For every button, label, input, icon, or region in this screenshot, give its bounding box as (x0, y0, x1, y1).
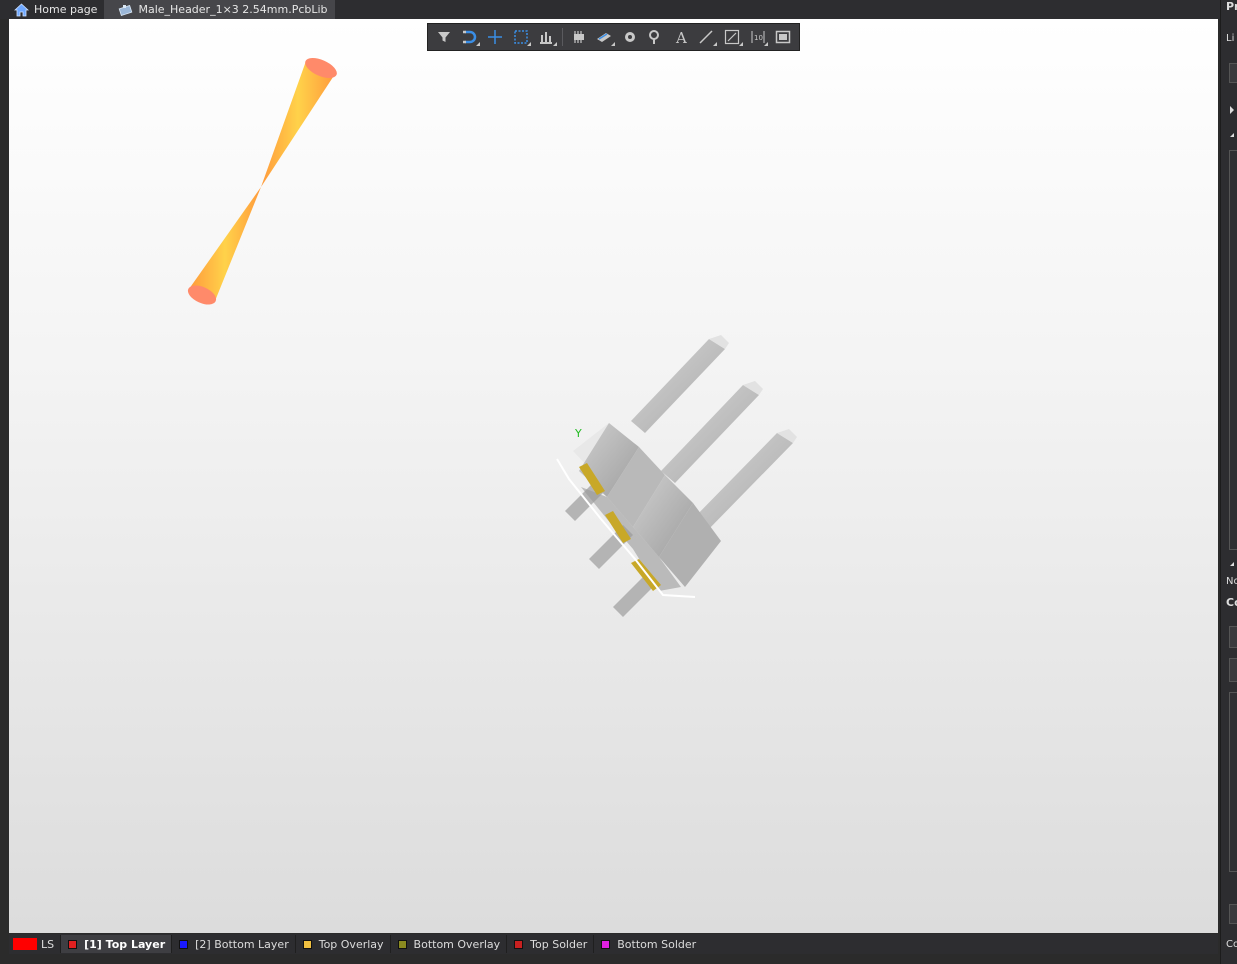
region-icon (775, 30, 791, 44)
view-cone (187, 57, 337, 305)
dimension-button[interactable] (720, 26, 744, 48)
pad-icon (624, 32, 635, 42)
layer-tabs-bar: LS [1] Top Layer [2] Bottom Layer Top Ov… (9, 934, 1218, 954)
layer-color-swatch (179, 939, 189, 949)
filter-icon (437, 32, 450, 42)
via-icon (649, 30, 660, 44)
snap-button[interactable] (458, 26, 482, 48)
components-panel-title: Co (1226, 596, 1237, 609)
text-icon: A (675, 29, 687, 45)
layer-tab-bottom-solder[interactable]: Bottom Solder (593, 935, 702, 953)
snap-magnet-icon (463, 30, 477, 44)
pcblib-icon (118, 3, 133, 17)
tab-pcblib-document[interactable]: Male_Header_1×3 2.54mm.PcbLib (104, 0, 335, 19)
via-button[interactable] (644, 26, 668, 48)
tab-home-page[interactable]: Home page (0, 0, 104, 19)
panel-footer-field[interactable] (1229, 904, 1237, 924)
document-tab-strip: Home page Male_Header_1×3 2.54mm.PcbLib (0, 0, 1220, 19)
layer-tab-top-layer[interactable]: [1] Top Layer (60, 935, 172, 953)
layer-set-selector[interactable]: LS (9, 935, 60, 953)
align-button[interactable] (534, 26, 558, 48)
view-toolbar: A 10 (427, 23, 800, 51)
line-icon (699, 30, 713, 44)
layer-tab-label: Top Overlay (318, 937, 384, 951)
component-icon (573, 31, 584, 43)
tab-label: Home page (34, 3, 98, 16)
library-label: Li (1226, 33, 1235, 44)
svg-text:A: A (675, 29, 687, 45)
layer-set-label: LS (41, 937, 55, 951)
designator-button[interactable]: 10 (746, 26, 770, 48)
library-field[interactable] (1229, 63, 1237, 83)
component-search-field[interactable] (1229, 626, 1237, 648)
crosshair-button[interactable] (483, 26, 507, 48)
pin-header-model[interactable] (556, 335, 797, 617)
panel-title: Pr (1226, 0, 1237, 13)
properties-list[interactable] (1229, 150, 1237, 550)
text-button[interactable]: A (669, 26, 693, 48)
dimension-icon (724, 29, 740, 45)
layer-color-swatch (397, 939, 407, 949)
collapse-icon[interactable] (1230, 562, 1234, 566)
layer-tab-bottom-overlay[interactable]: Bottom Overlay (389, 935, 507, 953)
expand-icon[interactable] (1230, 106, 1234, 114)
place-body-button[interactable] (592, 26, 616, 48)
layer-tab-label: Top Solder (530, 937, 588, 951)
select-rect-icon (513, 30, 528, 44)
designator-icon: 10 (751, 31, 765, 43)
y-axis-label: Y (574, 427, 582, 440)
components-list[interactable] (1229, 692, 1237, 872)
region-button[interactable] (771, 26, 795, 48)
line-button[interactable] (695, 26, 719, 48)
filter-button[interactable] (432, 26, 456, 48)
svg-text:10: 10 (754, 34, 763, 42)
tab-label: Male_Header_1×3 2.54mm.PcbLib (138, 3, 328, 16)
layer-tab-label: [1] Top Layer (84, 937, 166, 951)
layer-color-swatch (68, 939, 78, 949)
crosshair-icon (487, 30, 502, 44)
3d-view-canvas[interactable]: Y A 10 (9, 19, 1218, 933)
nothing-selected-label: No (1226, 576, 1237, 587)
component-button[interactable] (567, 26, 591, 48)
component-filter-field[interactable] (1229, 658, 1237, 682)
home-icon (13, 2, 30, 17)
3d-scene: Y (187, 57, 797, 617)
collapse-icon[interactable] (1230, 133, 1234, 137)
toolbar-separator (561, 28, 563, 46)
panel-bottom-tab[interactable]: Co (1226, 939, 1237, 950)
align-icon (540, 32, 553, 44)
place-body-icon (597, 33, 612, 42)
layer-tab-top-overlay[interactable]: Top Overlay (294, 935, 390, 953)
layer-tab-label: Bottom Overlay (413, 937, 501, 951)
layer-set-swatch (13, 938, 37, 950)
layer-tab-bottom-layer[interactable]: [2] Bottom Layer (171, 935, 295, 953)
layer-tab-top-solder[interactable]: Top Solder (506, 935, 593, 953)
layer-color-swatch (601, 939, 611, 949)
layer-tab-label: [2] Bottom Layer (195, 937, 289, 951)
properties-panel: Pr Li No Co Co (1220, 0, 1237, 964)
layer-color-swatch (514, 939, 524, 949)
select-button[interactable] (509, 26, 533, 48)
layer-color-swatch (302, 939, 312, 949)
status-strip (0, 954, 1220, 964)
layer-tab-label: Bottom Solder (617, 937, 697, 951)
pad-button[interactable] (618, 26, 642, 48)
